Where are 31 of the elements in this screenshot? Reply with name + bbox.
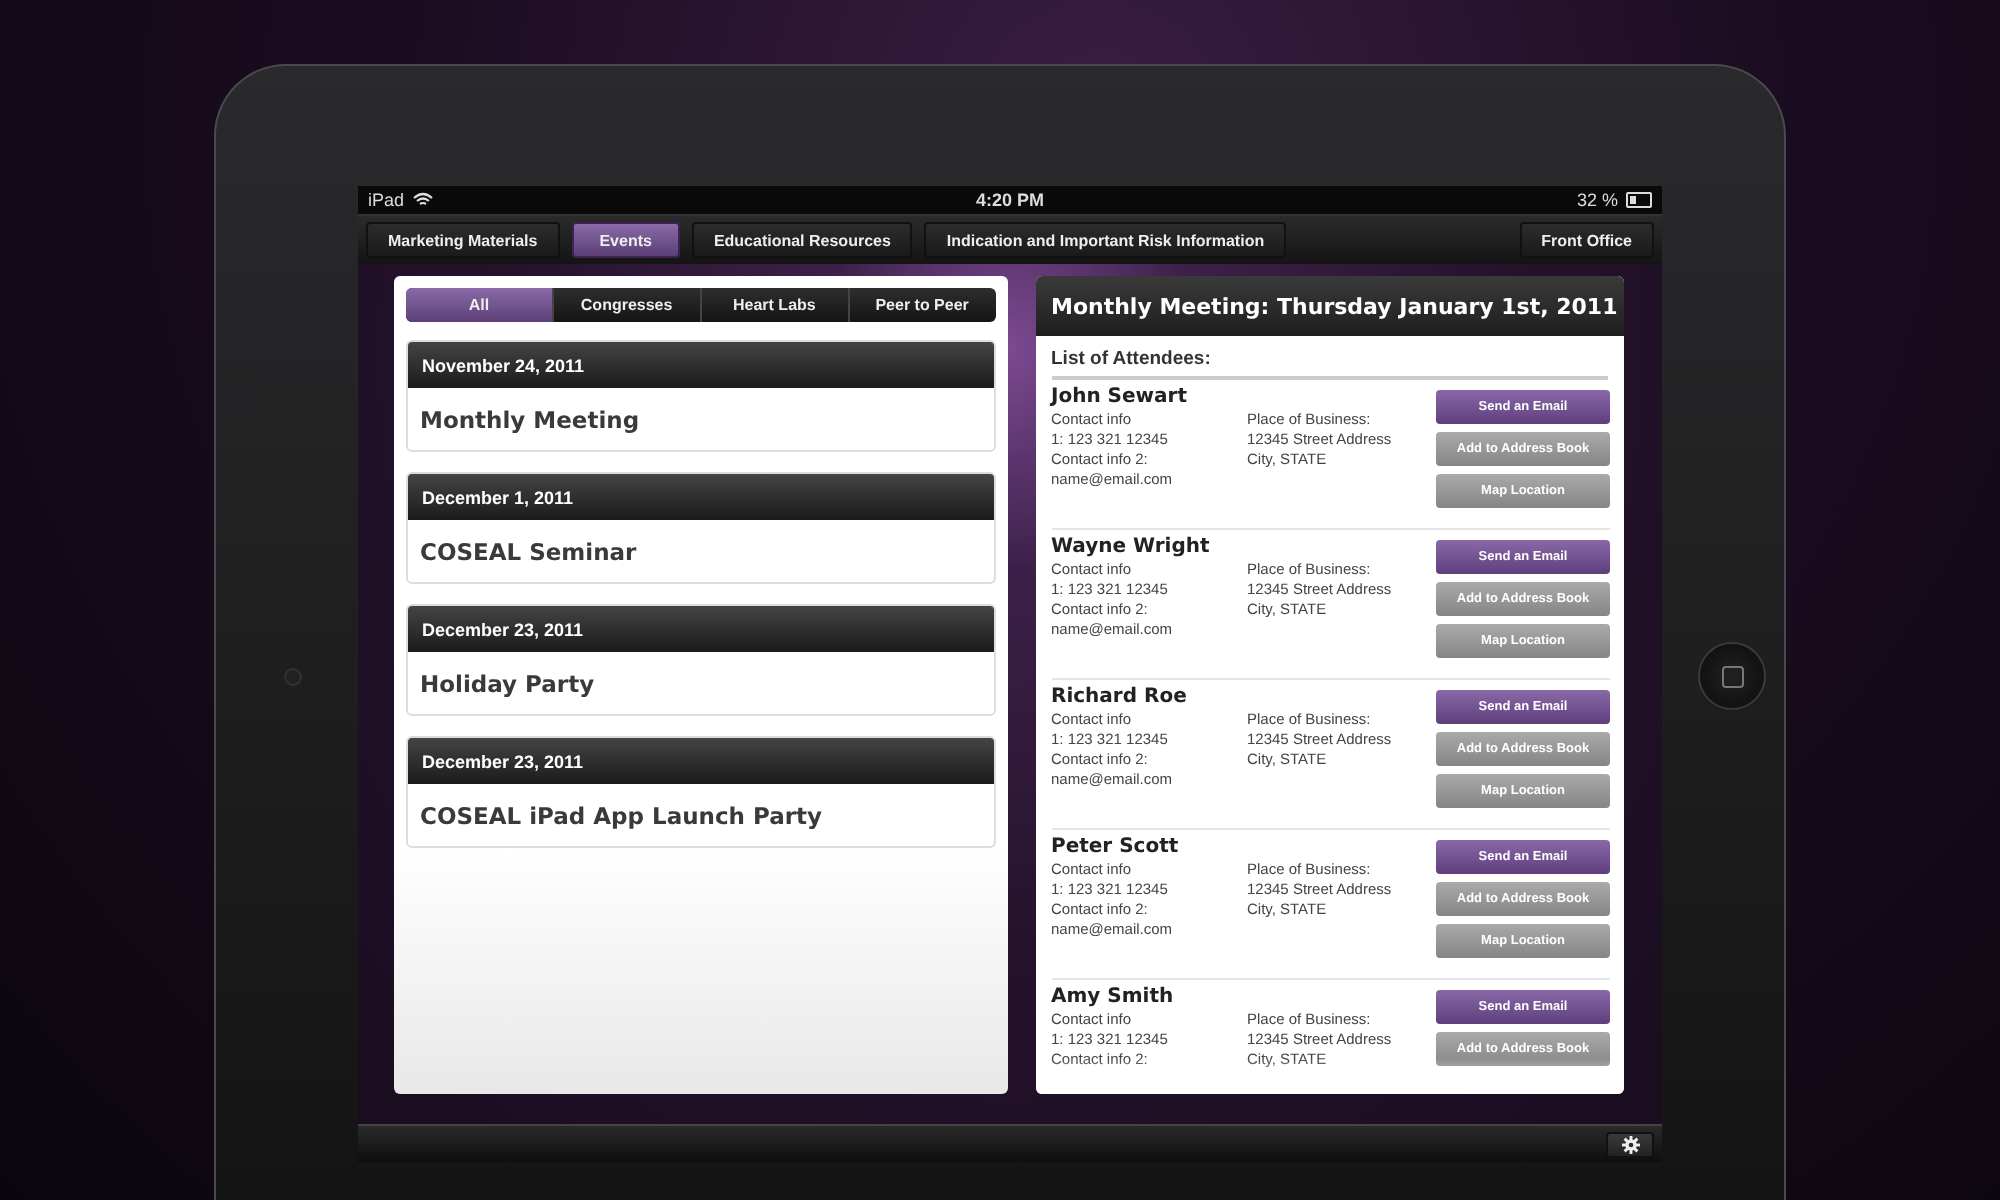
clock-time: 4:20 PM bbox=[976, 190, 1045, 210]
event-card[interactable]: November 24, 2011 Monthly Meeting bbox=[406, 340, 995, 452]
nav-tab[interactable]: Educational Resources bbox=[691, 222, 913, 258]
attendee-name: Peter Scott bbox=[1051, 836, 1181, 858]
battery-percent: 32 % bbox=[1577, 190, 1619, 210]
event-card[interactable]: December 1, 2011 COSEAL Seminar bbox=[406, 472, 995, 584]
filter-tab[interactable]: Peer to Peer bbox=[847, 288, 995, 322]
event-date: December 1, 2011 bbox=[408, 474, 993, 520]
nav-tab[interactable]: Marketing Materials bbox=[366, 222, 560, 258]
nav-tab[interactable]: Events bbox=[571, 222, 680, 258]
event-date: December 23, 2011 bbox=[408, 738, 993, 784]
section-heading: List of Attendees: bbox=[1051, 348, 1608, 380]
attendee-name: John Sewart bbox=[1051, 386, 1189, 408]
event-card[interactable]: December 23, 2011 COSEAL iPad App Launch Party bbox=[406, 736, 995, 848]
event-title: Monthly Meeting bbox=[418, 403, 642, 437]
event-card[interactable]: December 23, 2011 Holiday Party bbox=[406, 604, 995, 716]
attendee-name: Amy Smith bbox=[1051, 986, 1176, 1008]
filter-tab[interactable]: Heart Labs bbox=[699, 288, 848, 322]
attendee-name: Wayne Wright bbox=[1051, 536, 1212, 558]
event-title: COSEAL Seminar bbox=[418, 535, 639, 569]
front-office-button[interactable]: Front Office bbox=[1519, 222, 1654, 258]
event-title: COSEAL iPad App Launch Party bbox=[418, 799, 825, 833]
detail-title: Monthly Meeting: Thursday January 1st, 2011 bbox=[1035, 276, 1624, 336]
filter-tab[interactable]: All bbox=[406, 288, 552, 322]
nav-tab[interactable]: Indication and Important Risk Information bbox=[924, 222, 1287, 258]
event-title: Holiday Party bbox=[418, 667, 597, 701]
filter-tab[interactable]: Congresses bbox=[551, 288, 700, 322]
device-name: iPad bbox=[368, 190, 405, 210]
event-date: November 24, 2011 bbox=[408, 342, 993, 388]
attendee-name: Richard Roe bbox=[1051, 686, 1189, 708]
event-date: December 23, 2011 bbox=[408, 606, 993, 652]
